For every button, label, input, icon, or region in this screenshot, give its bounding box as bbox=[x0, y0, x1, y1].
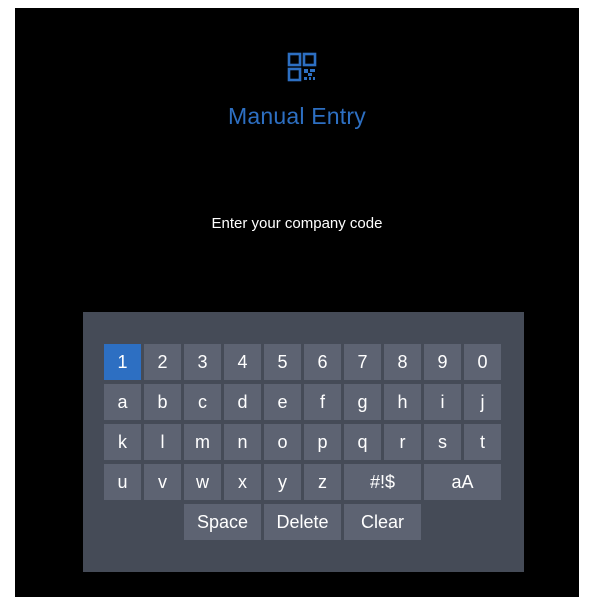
key-9[interactable]: 9 bbox=[424, 344, 461, 380]
company-code-prompt: Enter your company code bbox=[211, 215, 383, 232]
key-3[interactable]: 3 bbox=[184, 344, 221, 380]
key-t[interactable]: t bbox=[464, 424, 501, 460]
case-toggle-key[interactable]: aA bbox=[424, 464, 501, 500]
key-x[interactable]: x bbox=[224, 464, 261, 500]
key-0[interactable]: 0 bbox=[464, 344, 501, 380]
key-r[interactable]: r bbox=[384, 424, 421, 460]
key-p[interactable]: p bbox=[304, 424, 341, 460]
key-6[interactable]: 6 bbox=[304, 344, 341, 380]
key-k[interactable]: k bbox=[104, 424, 141, 460]
key-y[interactable]: y bbox=[264, 464, 301, 500]
key-w[interactable]: w bbox=[184, 464, 221, 500]
key-c[interactable]: c bbox=[184, 384, 221, 420]
key-5[interactable]: 5 bbox=[264, 344, 301, 380]
key-o[interactable]: o bbox=[264, 424, 301, 460]
page-title: Manual Entry bbox=[228, 103, 366, 129]
key-j[interactable]: j bbox=[464, 384, 501, 420]
key-s[interactable]: s bbox=[424, 424, 461, 460]
key-l[interactable]: l bbox=[144, 424, 181, 460]
key-b[interactable]: b bbox=[144, 384, 181, 420]
kiosk-screen: Manual Entry Enter your company code 1 2… bbox=[15, 8, 579, 597]
key-7[interactable]: 7 bbox=[344, 344, 381, 380]
key-g[interactable]: g bbox=[344, 384, 381, 420]
key-m[interactable]: m bbox=[184, 424, 221, 460]
symbols-key[interactable]: #!$ bbox=[344, 464, 421, 500]
key-i[interactable]: i bbox=[424, 384, 461, 420]
key-1[interactable]: 1 bbox=[104, 344, 141, 380]
key-e[interactable]: e bbox=[264, 384, 301, 420]
qr-code-icon bbox=[287, 52, 317, 82]
space-key[interactable]: Space bbox=[184, 504, 261, 540]
clear-key[interactable]: Clear bbox=[344, 504, 421, 540]
key-v[interactable]: v bbox=[144, 464, 181, 500]
delete-key[interactable]: Delete bbox=[264, 504, 341, 540]
key-2[interactable]: 2 bbox=[144, 344, 181, 380]
key-f[interactable]: f bbox=[304, 384, 341, 420]
key-h[interactable]: h bbox=[384, 384, 421, 420]
key-q[interactable]: q bbox=[344, 424, 381, 460]
key-4[interactable]: 4 bbox=[224, 344, 261, 380]
key-z[interactable]: z bbox=[304, 464, 341, 500]
key-8[interactable]: 8 bbox=[384, 344, 421, 380]
key-u[interactable]: u bbox=[104, 464, 141, 500]
key-d[interactable]: d bbox=[224, 384, 261, 420]
key-n[interactable]: n bbox=[224, 424, 261, 460]
key-a[interactable]: a bbox=[104, 384, 141, 420]
on-screen-keyboard: 1 2 3 4 5 6 7 8 9 0 a b c d e f g h i j … bbox=[83, 312, 524, 572]
